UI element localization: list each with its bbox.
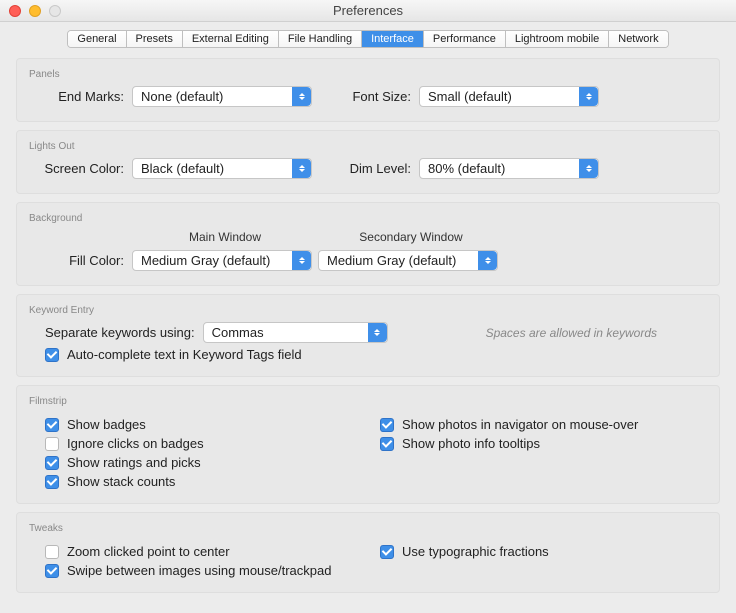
chevron-updown-icon — [368, 323, 387, 342]
tweaks-group-title: Tweaks — [29, 523, 707, 534]
show-ratings-label: Show ratings and picks — [67, 455, 201, 470]
autocomplete-checkbox[interactable] — [45, 348, 59, 362]
lights-out-group: Lights Out Screen Color: Black (default)… — [16, 130, 720, 194]
lights-out-group-title: Lights Out — [29, 141, 707, 152]
show-badges-label: Show badges — [67, 417, 146, 432]
window-zoom-button[interactable] — [49, 5, 61, 17]
background-group: Background Main Window Secondary Window … — [16, 202, 720, 286]
panels-group-title: Panels — [29, 69, 707, 80]
zoom-center-label: Zoom clicked point to center — [67, 544, 230, 559]
chevron-updown-icon — [478, 251, 497, 270]
ignore-clicks-label: Ignore clicks on badges — [67, 436, 204, 451]
tab-lightroom-mobile[interactable]: Lightroom mobile — [506, 31, 609, 47]
ignore-clicks-checkbox[interactable] — [45, 437, 59, 451]
fill-color-label: Fill Color: — [29, 253, 124, 268]
separate-keywords-value: Commas — [212, 325, 264, 340]
chevron-updown-icon — [292, 87, 311, 106]
window-minimize-button[interactable] — [29, 5, 41, 17]
chevron-updown-icon — [292, 159, 311, 178]
tab-external-editing[interactable]: External Editing — [183, 31, 279, 47]
end-marks-select[interactable]: None (default) — [132, 86, 312, 107]
end-marks-value: None (default) — [141, 89, 223, 104]
background-group-title: Background — [29, 213, 707, 224]
tab-performance[interactable]: Performance — [424, 31, 506, 47]
main-window-header: Main Window — [132, 230, 318, 244]
show-photos-nav-label: Show photos in navigator on mouse-over — [402, 417, 638, 432]
show-stack-checkbox[interactable] — [45, 475, 59, 489]
font-size-value: Small (default) — [428, 89, 512, 104]
window-title: Preferences — [0, 3, 736, 18]
show-tooltips-checkbox[interactable] — [380, 437, 394, 451]
chevron-updown-icon — [579, 159, 598, 178]
filmstrip-group-title: Filmstrip — [29, 396, 707, 407]
panels-group: Panels End Marks: None (default) Font Si… — [16, 58, 720, 122]
secondary-window-header: Secondary Window — [318, 230, 504, 244]
separate-keywords-select[interactable]: Commas — [203, 322, 388, 343]
tab-file-handling[interactable]: File Handling — [279, 31, 362, 47]
window-titlebar: Preferences — [0, 0, 736, 22]
show-ratings-checkbox[interactable] — [45, 456, 59, 470]
screen-color-value: Black (default) — [141, 161, 224, 176]
dim-level-label: Dim Level: — [326, 161, 411, 176]
typographic-checkbox[interactable] — [380, 545, 394, 559]
tab-presets[interactable]: Presets — [127, 31, 183, 47]
fill-color-secondary-value: Medium Gray (default) — [327, 253, 456, 268]
keyword-entry-group-title: Keyword Entry — [29, 305, 707, 316]
font-size-select[interactable]: Small (default) — [419, 86, 599, 107]
show-photos-nav-checkbox[interactable] — [380, 418, 394, 432]
zoom-center-checkbox[interactable] — [45, 545, 59, 559]
keyword-hint: Spaces are allowed in keywords — [486, 326, 657, 340]
screen-color-select[interactable]: Black (default) — [132, 158, 312, 179]
chevron-updown-icon — [292, 251, 311, 270]
dim-level-select[interactable]: 80% (default) — [419, 158, 599, 179]
dim-level-value: 80% (default) — [428, 161, 505, 176]
filmstrip-group: Filmstrip Show badges Ignore clicks on b… — [16, 385, 720, 504]
tab-network[interactable]: Network — [609, 31, 667, 47]
tab-general[interactable]: General — [68, 31, 126, 47]
separate-keywords-label: Separate keywords using: — [45, 325, 195, 340]
swipe-label: Swipe between images using mouse/trackpa… — [67, 563, 331, 578]
window-close-button[interactable] — [9, 5, 21, 17]
font-size-label: Font Size: — [326, 89, 411, 104]
autocomplete-label: Auto-complete text in Keyword Tags field — [67, 347, 302, 362]
fill-color-secondary-select[interactable]: Medium Gray (default) — [318, 250, 498, 271]
keyword-entry-group: Keyword Entry Separate keywords using: C… — [16, 294, 720, 377]
fill-color-main-value: Medium Gray (default) — [141, 253, 270, 268]
fill-color-main-select[interactable]: Medium Gray (default) — [132, 250, 312, 271]
show-badges-checkbox[interactable] — [45, 418, 59, 432]
screen-color-label: Screen Color: — [29, 161, 124, 176]
tweaks-group: Tweaks Zoom clicked point to center Swip… — [16, 512, 720, 593]
show-stack-label: Show stack counts — [67, 474, 175, 489]
chevron-updown-icon — [579, 87, 598, 106]
typographic-label: Use typographic fractions — [402, 544, 549, 559]
tab-interface[interactable]: Interface — [362, 31, 424, 47]
end-marks-label: End Marks: — [29, 89, 124, 104]
show-tooltips-label: Show photo info tooltips — [402, 436, 540, 451]
preferences-tabbar: General Presets External Editing File Ha… — [67, 30, 668, 48]
